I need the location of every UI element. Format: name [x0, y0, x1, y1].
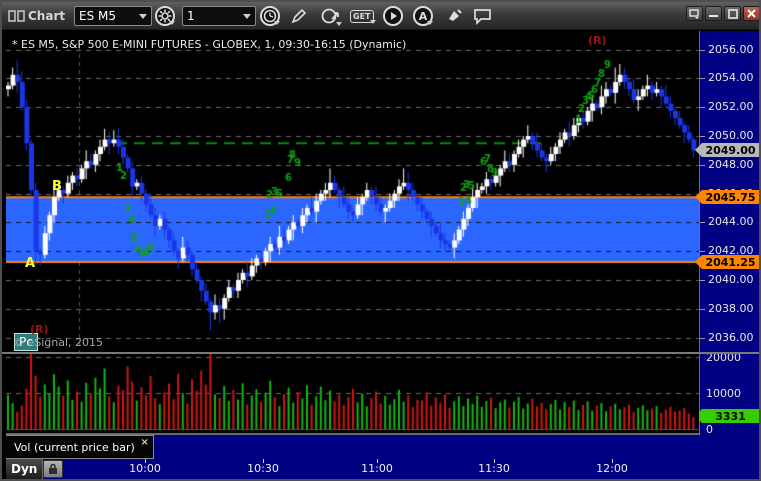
interval-value: 1: [187, 9, 195, 23]
dyn-mode-button[interactable]: Dyn: [6, 459, 44, 479]
settings-gear-button[interactable]: [155, 5, 175, 27]
price-tick-label: 2052.00: [708, 100, 754, 114]
chevron-down-icon: [169, 21, 175, 25]
get-data-button[interactable]: GET: [350, 5, 376, 27]
price-tick-mark: [700, 49, 705, 51]
price-tick-label: 2056.00: [708, 42, 754, 56]
volume-tag: 3331: [695, 409, 759, 423]
note-bubble-icon: [474, 9, 491, 25]
brush-icon: [449, 9, 462, 21]
tag-arrow-icon: [695, 143, 702, 158]
maximize-button[interactable]: [724, 6, 741, 21]
dock-window-button[interactable]: [686, 6, 703, 21]
price-tick-mark: [700, 136, 705, 137]
volume-tick-label: 10000: [706, 387, 741, 400]
a-icon: A: [418, 9, 428, 23]
price-tick-mark: [700, 337, 705, 339]
chevron-down-icon: [336, 22, 342, 26]
price-tick-mark: [700, 78, 705, 80]
price-tick-label: 2054.00: [708, 71, 754, 85]
tab-close-icon[interactable]: ×: [140, 437, 148, 448]
price-tick-label: 2040.00: [708, 273, 754, 286]
brush-button[interactable]: [445, 5, 463, 27]
lock-button[interactable]: [43, 460, 63, 478]
price-tag: 2049.00: [695, 143, 759, 158]
note-bubble-button[interactable]: [473, 5, 493, 27]
price-tick-mark: [700, 280, 705, 281]
price-tick-mark: [700, 251, 705, 253]
chart-header: * ES M5, S&P 500 E-MINI FUTURES - GLOBEX…: [12, 38, 407, 51]
play-icon: [391, 12, 397, 20]
tab-volume-study[interactable]: Vol (current price bar) ×: [6, 435, 154, 459]
pencil-icon: [291, 8, 307, 24]
interval-combo[interactable]: 1: [182, 6, 256, 26]
price-axis[interactable]: 2056.002054.002052.002050.002048.002046.…: [695, 31, 759, 479]
minimize-icon: [709, 15, 718, 17]
close-icon: [747, 9, 756, 18]
play-button[interactable]: [383, 5, 403, 27]
chevron-down-icon: [243, 13, 251, 19]
tag-arrow-icon: [695, 190, 702, 205]
time-tick-label: 10:30: [247, 462, 279, 475]
price-tick-label: 2048.00: [708, 157, 754, 171]
price-tick-label: 2038.00: [708, 301, 754, 315]
copyright-text: © eSignal, 2015: [13, 336, 104, 349]
lock-icon: [49, 463, 57, 474]
line-label-a[interactable]: A: [25, 256, 35, 271]
r-marker-top: (R): [588, 34, 607, 47]
time-tick-label: 10:00: [129, 462, 161, 475]
volume-pane[interactable]: [6, 354, 699, 433]
price-tick-mark: [700, 164, 705, 166]
close-button[interactable]: [743, 6, 759, 21]
chevron-down-icon: [274, 21, 280, 25]
price-tick-label: 2036.00: [708, 330, 754, 344]
price-tick-label: 2050.00: [708, 129, 754, 142]
time-tick-label: 11:00: [361, 462, 393, 475]
r-marker-left: (R): [30, 323, 49, 336]
symbol-value: ES M5: [79, 9, 117, 23]
time-axis[interactable]: Dyn 10:00 10:30 11:00 11:30 12:00: [6, 459, 759, 479]
line-label-b[interactable]: B: [52, 179, 62, 194]
price-tick-mark: [700, 308, 705, 310]
panes-icon: [8, 6, 26, 26]
price-chart-pane[interactable]: * ES M5, S&P 500 E-MINI FUTURES - GLOBEX…: [6, 32, 701, 376]
symbol-combo[interactable]: ES M5: [74, 6, 152, 26]
price-tick-mark: [700, 107, 705, 109]
minimize-button[interactable]: [705, 6, 722, 21]
auto-trade-button[interactable]: A: [413, 5, 433, 27]
chart-window: Chart ES M5 1 GET A * ES M5, S&P 500 E-M…: [0, 0, 761, 481]
window-title: Chart: [28, 9, 66, 23]
time-tick-label: 12:00: [596, 462, 628, 475]
chevron-down-icon: [369, 19, 376, 24]
dock-icon: [689, 8, 699, 19]
time-template-button[interactable]: [260, 5, 280, 27]
candlestick-canvas[interactable]: [6, 32, 699, 354]
time-tick-label: 11:30: [478, 462, 510, 475]
draw-pencil-button[interactable]: [290, 5, 308, 27]
chevron-down-icon: [427, 21, 433, 25]
volume-canvas[interactable]: [6, 354, 699, 433]
tab-label: Vol (current price bar): [14, 440, 135, 454]
trendline-tool-button[interactable]: [320, 5, 342, 27]
price-tag: 2041.25: [695, 255, 759, 269]
tab-strip: Vol (current price bar) ×: [6, 435, 759, 459]
price-tick-mark: [700, 222, 705, 224]
chevron-down-icon: [139, 13, 147, 19]
price-tick-label: 2044.00: [708, 215, 754, 229]
tag-arrow-icon: [695, 255, 702, 269]
maximize-icon: [727, 8, 738, 19]
price-tag: 2045.75: [695, 190, 759, 205]
title-bar[interactable]: Chart ES M5 1 GET A: [2, 2, 759, 30]
